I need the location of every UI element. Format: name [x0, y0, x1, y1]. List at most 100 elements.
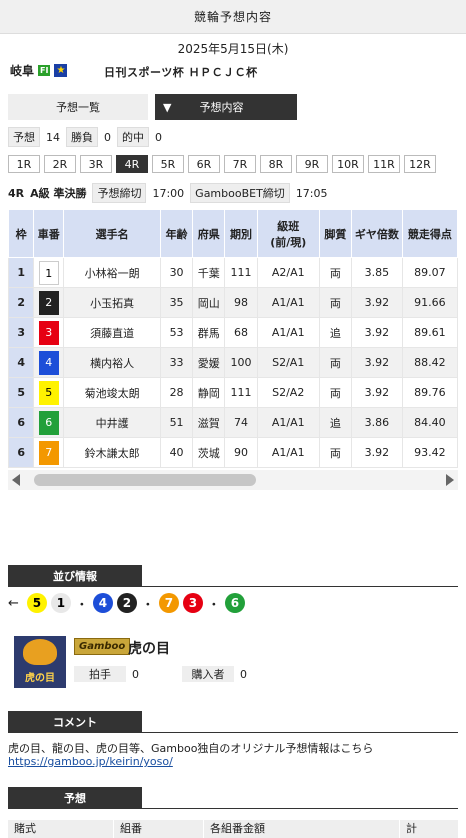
gamboo-badge: Gamboo — [74, 638, 131, 655]
waku-cell: 2 — [8, 287, 35, 318]
hit-count: 0 — [155, 130, 162, 144]
racer-name[interactable]: 小玉拓真 — [63, 287, 161, 318]
table-header-cell: 競走得点 — [401, 209, 458, 258]
table-row: 1 1 小林裕一朗 30 千葉 111 A2/A1 両 3.85 89.07 — [8, 257, 458, 288]
venue-info: 岐阜 FI ★ — [10, 62, 68, 79]
race-button-7[interactable]: 7R — [224, 155, 256, 173]
line-separator: ・ — [207, 597, 221, 613]
racer-score: 89.07 — [401, 257, 458, 288]
scroll-left-icon[interactable] — [12, 474, 20, 486]
grade-badge: FI — [38, 65, 51, 76]
racer-style: 両 — [318, 257, 353, 288]
race-class: A級 準決勝 — [30, 187, 87, 200]
racer-age: 30 — [159, 257, 194, 288]
tab-yoso-detail[interactable]: ▼ 予想内容 — [155, 94, 297, 120]
racer-rank: S2/A1 — [256, 347, 320, 378]
table-row: 3 3 須藤直道 53 群馬 68 A1/A1 追 3.92 89.61 — [8, 317, 458, 348]
racer-term: 111 — [224, 377, 258, 408]
racer-table-wrap[interactable]: 枠車番 選手名 年齢 府県 期別 級班 (前/現) 脚質 ギヤ倍数 競走得点 1 1 小林裕一朗 30… — [8, 209, 458, 469]
racer-gear: 3.92 — [351, 377, 403, 408]
yoso-section-title: 予想 — [8, 787, 142, 809]
table-header-cell: 枠 — [8, 209, 35, 258]
narabi-car-1: 1 — [50, 593, 71, 613]
star-icon: ★ — [54, 64, 68, 77]
racer-pref: 静岡 — [192, 377, 226, 408]
race-button-9[interactable]: 9R — [296, 155, 328, 173]
scroll-thumb[interactable] — [34, 474, 256, 486]
racer-age: 33 — [159, 347, 194, 378]
page-title: 競輪予想内容 — [193, 10, 272, 24]
racer-gear: 3.85 — [351, 257, 403, 288]
racer-name[interactable]: 中井護 — [63, 407, 161, 438]
race-button-3[interactable]: 3R — [80, 155, 112, 173]
hit-count-label: 的中 — [117, 127, 149, 147]
racer-name[interactable]: 横内裕人 — [63, 347, 161, 378]
table-header-cell: 期別 — [224, 209, 258, 258]
race-button-12[interactable]: 12R — [404, 155, 436, 173]
tab-yoso-list[interactable]: 予想一覧 — [8, 94, 148, 120]
racer-rank: A1/A1 — [256, 437, 320, 468]
waku-cell: 5 — [8, 377, 35, 408]
table-header-cell: 年齢 — [159, 209, 194, 258]
racer-pref: 愛媛 — [192, 347, 226, 378]
racer-gear: 3.86 — [351, 407, 403, 438]
racer-score: 89.76 — [401, 377, 458, 408]
col-bet-type: 賭式 — [8, 820, 114, 838]
race-button-11[interactable]: 11R — [368, 155, 400, 173]
deadline-time: 17:00 — [152, 186, 185, 200]
racer-name[interactable]: 小林裕一朗 — [63, 257, 161, 288]
bet-deadline-time: 17:05 — [295, 186, 328, 200]
car-number: 2 — [38, 290, 59, 315]
racer-age: 35 — [159, 287, 194, 318]
narabi-car-6: 6 — [224, 593, 245, 613]
narabi-section-title: 並び情報 — [8, 565, 142, 587]
line-separator: ・ — [75, 597, 89, 613]
race-button-2[interactable]: 2R — [44, 155, 76, 173]
tiger-avatar[interactable]: 虎の目 — [14, 636, 66, 688]
waku-cell: 4 — [8, 347, 35, 378]
racer-name[interactable]: 鈴木謙太郎 — [63, 437, 161, 468]
racer-pref: 群馬 — [192, 317, 226, 348]
racer-name[interactable]: 須藤直道 — [63, 317, 161, 348]
race-button-6[interactable]: 6R — [188, 155, 220, 173]
car-number-cell: 7 — [33, 437, 65, 468]
racer-score: 91.66 — [401, 287, 458, 318]
gamboo-link[interactable]: https://gamboo.jp/keirin/yoso/ — [8, 755, 173, 768]
yoso-stats: 予想 14 勝負 0 的中 0 — [8, 127, 162, 147]
forecaster-name[interactable]: 虎の目 — [128, 638, 170, 658]
racer-name[interactable]: 菊池竣太朗 — [63, 377, 161, 408]
racer-gear: 3.92 — [351, 347, 403, 378]
racer-style: 両 — [318, 287, 353, 318]
racer-style: 追 — [318, 407, 353, 438]
racer-gear: 3.92 — [351, 317, 403, 348]
racer-rank: A1/A1 — [256, 317, 320, 348]
race-button-5[interactable]: 5R — [152, 155, 184, 173]
car-number: 6 — [38, 410, 59, 435]
arrow-left-icon: ← — [8, 595, 19, 611]
car-number-cell: 3 — [33, 317, 65, 348]
race-button-8[interactable]: 8R — [260, 155, 292, 173]
waku-cell: 3 — [8, 317, 35, 348]
car-number: 4 — [38, 350, 59, 375]
yoso-divider — [8, 808, 458, 809]
racer-age: 28 — [159, 377, 194, 408]
comment-text: 虎の目、龍の目、虎の目等、Gamboo独自のオリジナル予想情報はこちら — [8, 742, 374, 755]
table-scrollbar[interactable] — [8, 470, 458, 490]
scroll-right-icon[interactable] — [446, 474, 454, 486]
line-separator: ・ — [141, 597, 155, 613]
car-number: 7 — [38, 440, 59, 465]
car-number-cell: 6 — [33, 407, 65, 438]
race-number: 4R — [8, 186, 25, 200]
racer-age: 40 — [159, 437, 194, 468]
racer-rank: S2/A2 — [256, 377, 320, 408]
race-button-1[interactable]: 1R — [8, 155, 40, 173]
car-number: 5 — [38, 380, 59, 405]
table-row: 6 7 鈴木謙太郎 40 茨城 90 A1/A1 両 3.92 93.42 — [8, 437, 458, 468]
racer-rank: A1/A1 — [256, 407, 320, 438]
race-button-10[interactable]: 10R — [332, 155, 364, 173]
racer-age: 53 — [159, 317, 194, 348]
race-button-4[interactable]: 4R — [116, 155, 148, 173]
racer-gear: 3.92 — [351, 437, 403, 468]
clap-label: 拍手 — [74, 666, 126, 682]
buyer-stat: 購入者 0 — [182, 666, 247, 682]
